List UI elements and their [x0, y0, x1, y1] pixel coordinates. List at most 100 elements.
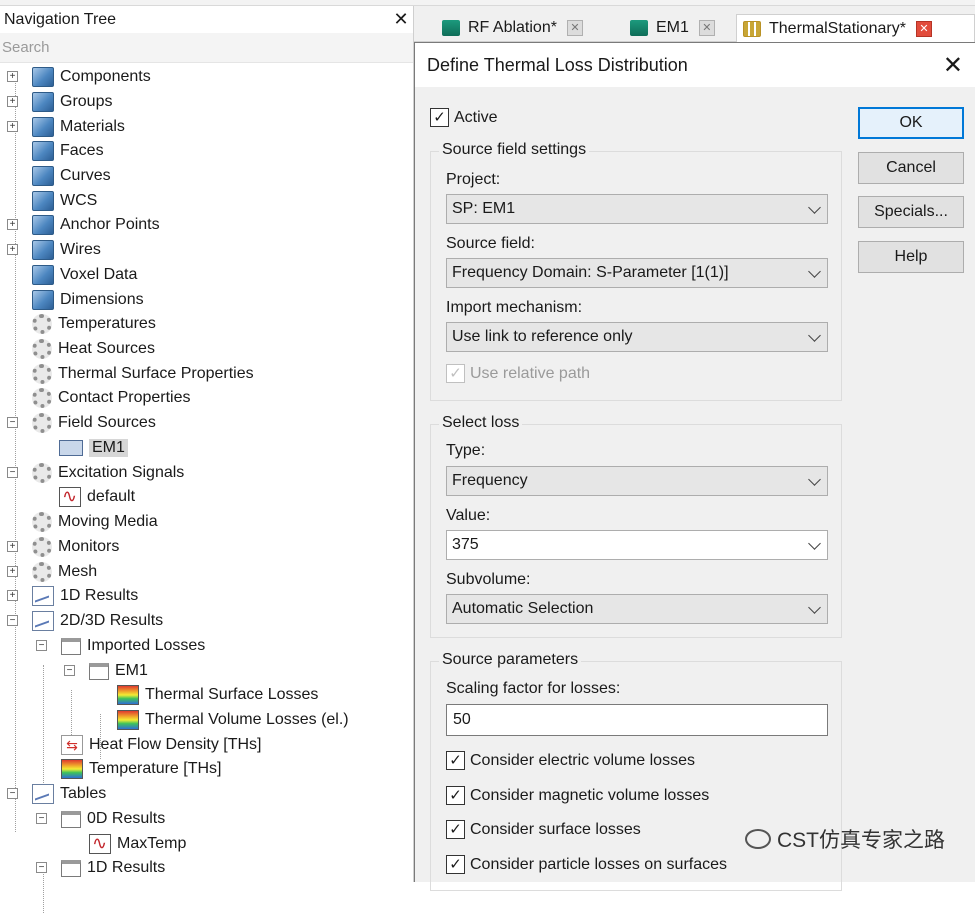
value-label: Value: — [446, 507, 491, 524]
magnetic-volume-losses-checkbox[interactable]: ✓ Consider magnetic volume losses — [446, 786, 709, 805]
specials-button[interactable]: Specials... — [858, 196, 964, 228]
use-relative-path-checkbox[interactable]: ✓ Use relative path — [446, 364, 590, 383]
folder-icon — [89, 662, 109, 680]
import-mechanism-select[interactable]: Use link to reference only — [446, 322, 828, 352]
em-project-icon — [630, 20, 648, 36]
tab-thermal-stationary[interactable]: ThermalStationary* ✕ — [736, 14, 975, 42]
gear-icon — [32, 413, 52, 433]
chevron-down-icon — [808, 329, 821, 342]
collapse-minus-icon[interactable]: − — [7, 788, 18, 799]
tree-item-thermal-surface-losses[interactable]: Thermal Surface Losses — [117, 683, 318, 707]
collapse-minus-icon[interactable]: − — [36, 862, 47, 873]
cancel-button[interactable]: Cancel — [858, 152, 964, 184]
tree-label: Voxel Data — [60, 266, 138, 283]
chevron-down-icon — [808, 473, 821, 486]
tree-item-anchor-points[interactable]: + Anchor Points — [7, 213, 160, 237]
gear-icon — [32, 388, 52, 408]
tree-item-2d3d-results[interactable]: − 2D/3D Results — [7, 609, 163, 633]
source-field-select[interactable]: Frequency Domain: S-Parameter [1(1)] — [446, 258, 828, 288]
project-select[interactable]: SP: EM1 — [446, 194, 828, 224]
select-value: 375 — [452, 536, 479, 553]
nav-close-icon[interactable]: ✕ — [391, 9, 411, 30]
collapse-minus-icon[interactable]: − — [36, 813, 47, 824]
expand-plus-icon[interactable]: + — [7, 71, 18, 82]
dialog-close-icon[interactable]: ✕ — [943, 51, 963, 80]
tree-label: Field Sources — [58, 414, 156, 431]
help-button[interactable]: Help — [858, 241, 964, 273]
select-value: Automatic Selection — [452, 600, 594, 617]
tree-label: 0D Results — [87, 810, 166, 827]
collapse-minus-icon[interactable]: − — [7, 615, 18, 626]
tree-item-imported-em1[interactable]: − EM1 — [64, 659, 148, 683]
tab-rf-ablation[interactable]: RF Ablation* ✕ — [436, 14, 589, 42]
tree-item-dimensions[interactable]: Dimensions — [32, 288, 144, 312]
nav-search-input[interactable]: Search — [0, 33, 413, 63]
checkmark-icon: ✓ — [446, 786, 465, 805]
tree-item-temperature[interactable]: Temperature [THs] — [61, 757, 221, 781]
import-mechanism-label: Import mechanism: — [446, 299, 583, 316]
close-icon[interactable]: ✕ — [698, 20, 715, 36]
particle-losses-checkbox[interactable]: ✓ Consider particle losses on surfaces — [446, 855, 727, 874]
tree-item-thermal-surface-properties[interactable]: Thermal Surface Properties — [32, 362, 254, 386]
tree-item-faces[interactable]: Faces — [32, 139, 104, 163]
tree-item-components[interactable]: + Components — [7, 65, 151, 89]
source-field-settings-group: Source field settings Project: SP: EM1 S… — [430, 141, 842, 401]
tree-item-contact-properties[interactable]: Contact Properties — [32, 386, 191, 410]
close-icon[interactable]: ✕ — [915, 20, 932, 37]
tree-item-wcs[interactable]: WCS — [32, 189, 97, 213]
surface-losses-checkbox[interactable]: ✓ Consider surface losses — [446, 820, 641, 839]
active-checkbox[interactable]: ✓ Active — [430, 108, 498, 127]
tree-item-excitation-signals[interactable]: − Excitation Signals — [7, 461, 184, 485]
tree-item-0d-results[interactable]: − 0D Results — [36, 807, 165, 831]
chevron-down-icon — [808, 201, 821, 214]
expand-plus-icon[interactable]: + — [7, 566, 18, 577]
tree-item-heat-flow-density[interactable]: ⇆ Heat Flow Density [THs] — [61, 733, 261, 757]
close-icon[interactable]: ✕ — [566, 20, 583, 36]
tree-item-temperatures[interactable]: Temperatures — [32, 312, 156, 336]
tree-item-default-signal[interactable]: default — [59, 485, 135, 509]
tree-item-tables-1d-results[interactable]: − 1D Results — [36, 856, 165, 880]
tree-item-heat-sources[interactable]: Heat Sources — [32, 337, 155, 361]
folder-icon — [61, 859, 81, 877]
checkbox-label: Consider particle losses on surfaces — [470, 855, 728, 873]
tree-item-1d-results[interactable]: +1D Results — [7, 584, 138, 608]
tab-em1[interactable]: EM1 ✕ — [624, 14, 721, 42]
loss-value-select[interactable]: 375 — [446, 530, 828, 560]
chat-bubble-icon — [745, 829, 771, 849]
tree-item-thermal-volume-losses[interactable]: Thermal Volume Losses (el.) — [117, 708, 349, 732]
tree-item-groups[interactable]: + Groups — [7, 90, 112, 114]
tree-item-wires[interactable]: + Wires — [7, 238, 101, 262]
collapse-minus-icon[interactable]: − — [7, 417, 18, 428]
tree-label: EM1 — [115, 662, 148, 679]
tree-label: Thermal Surface Properties — [58, 365, 254, 382]
loss-type-select[interactable]: Frequency — [446, 466, 828, 496]
electric-volume-losses-checkbox[interactable]: ✓ Consider electric volume losses — [446, 751, 695, 770]
subvolume-select[interactable]: Automatic Selection — [446, 594, 828, 624]
scaling-factor-input[interactable]: 50 — [446, 704, 828, 736]
navigation-tree-panel: Navigation Tree ✕ Search + Components + Gr… — [0, 6, 414, 913]
watermark: CST仿真专家之路 — [745, 824, 945, 854]
tree-item-field-sources[interactable]: − Field Sources — [7, 411, 156, 435]
ok-button[interactable]: OK — [858, 107, 964, 139]
collapse-minus-icon[interactable]: − — [36, 640, 47, 651]
tree-item-mesh[interactable]: + Mesh — [7, 560, 97, 584]
tree-item-materials[interactable]: + Materials — [7, 115, 125, 139]
document-tabs: RF Ablation* ✕ EM1 ✕ ThermalStationary* ✕ — [414, 6, 975, 42]
tree-item-monitors[interactable]: + Monitors — [7, 535, 119, 559]
expand-plus-icon[interactable]: + — [7, 244, 18, 255]
collapse-minus-icon[interactable]: − — [7, 467, 18, 478]
expand-plus-icon[interactable]: + — [7, 219, 18, 230]
expand-plus-icon[interactable]: + — [7, 96, 18, 107]
tree-item-curves[interactable]: Curves — [32, 164, 111, 188]
tree-item-voxel-data[interactable]: Voxel Data — [32, 263, 137, 287]
collapse-minus-icon[interactable]: − — [64, 665, 75, 676]
tree-item-field-source-em1[interactable]: EM1 — [59, 436, 128, 460]
expand-plus-icon[interactable]: + — [7, 121, 18, 132]
tree-item-moving-media[interactable]: Moving Media — [32, 510, 158, 534]
tree-item-imported-losses[interactable]: − Imported Losses — [36, 634, 205, 658]
tree-item-maxtemp[interactable]: MaxTemp — [89, 832, 186, 856]
expand-plus-icon[interactable]: + — [7, 590, 18, 601]
expand-plus-icon[interactable]: + — [7, 541, 18, 552]
tree-item-tables[interactable]: − Tables — [7, 782, 106, 806]
tree-label: Anchor Points — [60, 216, 160, 233]
